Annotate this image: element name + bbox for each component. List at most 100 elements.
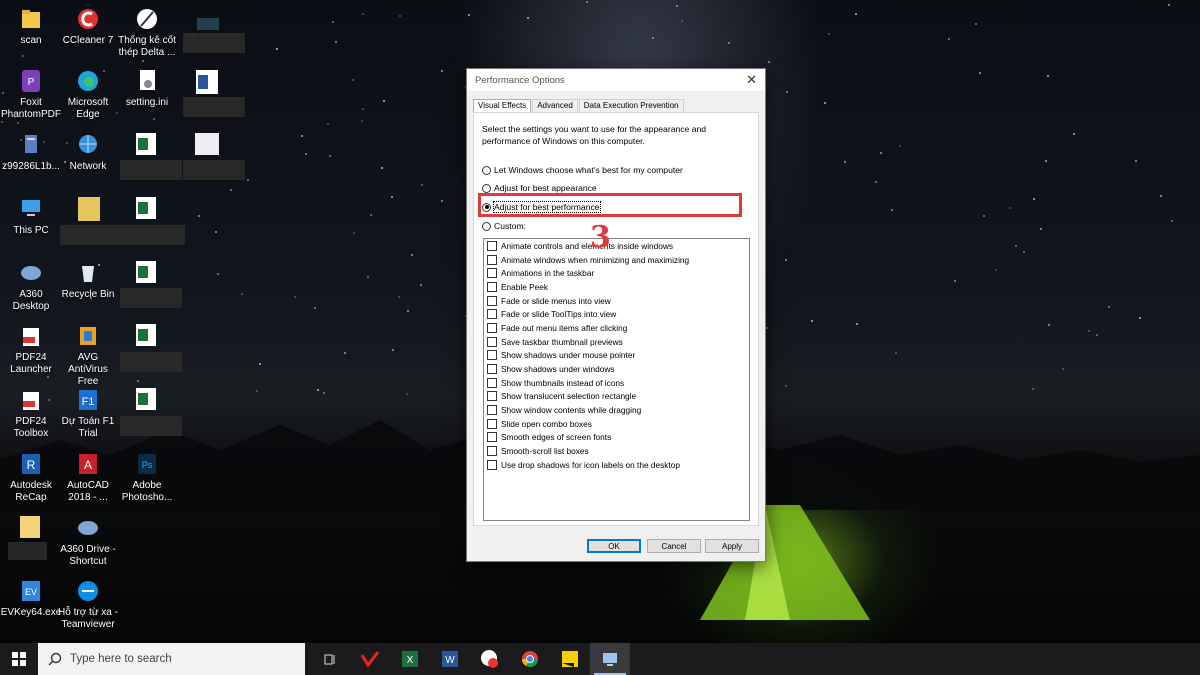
- effect-checkbox-item[interactable]: Enable Peek: [484, 280, 749, 294]
- excel-icon[interactable]: X: [390, 643, 430, 675]
- effect-checkbox-item[interactable]: Fade or slide menus into view: [484, 294, 749, 308]
- taskbar-search-box[interactable]: Type here to search: [38, 643, 305, 675]
- word-icon[interactable]: W: [430, 643, 470, 675]
- checkbox[interactable]: [487, 418, 497, 429]
- desktop-icon-foxit[interactable]: P Foxit PhantomPDF: [0, 68, 62, 121]
- redacted-label: [120, 288, 182, 308]
- checkbox[interactable]: [487, 295, 497, 306]
- effect-label: Show translucent selection rectangle: [501, 391, 637, 402]
- effect-label: Show window contents while dragging: [501, 405, 642, 416]
- excel-file-icon[interactable]: [136, 388, 156, 410]
- checkbox[interactable]: [487, 268, 497, 279]
- desktop-icon-scan[interactable]: scan: [0, 6, 62, 47]
- desktop-icon-a360-drive[interactable]: A360 Drive - Shortcut: [57, 515, 119, 568]
- desktop-icon-autocad[interactable]: A AutoCAD 2018 - ...: [57, 451, 119, 504]
- radio-button[interactable]: [482, 165, 491, 175]
- excel-file-icon[interactable]: [136, 324, 156, 346]
- effect-label: Fade or slide menus into view: [501, 295, 611, 306]
- tab-data-execution-prevention[interactable]: Data Execution Prevention: [578, 99, 684, 112]
- checkbox[interactable]: [487, 364, 497, 375]
- radio-custom[interactable]: Custom:: [482, 221, 526, 231]
- avg-icon: [76, 323, 100, 349]
- effect-label: Show thumbnails instead of icons: [501, 377, 625, 388]
- cancel-button[interactable]: Cancel: [647, 539, 701, 553]
- sticky-notes-icon[interactable]: [550, 643, 590, 675]
- radio-button[interactable]: [482, 221, 491, 231]
- pdf24-icon: [19, 323, 43, 349]
- system-properties-icon[interactable]: [590, 643, 630, 675]
- document-thumbnail-icon[interactable]: [195, 133, 219, 155]
- chrome-icon[interactable]: [510, 643, 550, 675]
- vietnamese-app-icon[interactable]: [350, 643, 390, 675]
- svg-text:F1: F1: [82, 396, 95, 408]
- desktop-icon-network[interactable]: Network: [57, 132, 119, 173]
- app-badge-icon[interactable]: [470, 643, 510, 675]
- desktop-icon-setting[interactable]: setting.ini: [116, 68, 178, 109]
- effect-checkbox-item[interactable]: Slide open combo boxes: [484, 417, 749, 431]
- desktop-icon-pdf24-toolbox[interactable]: PDF24 Toolbox: [0, 387, 62, 440]
- checkbox[interactable]: [487, 281, 497, 292]
- task-view-icon[interactable]: [310, 643, 350, 675]
- checkbox[interactable]: [487, 459, 497, 470]
- effect-checkbox-item[interactable]: Smooth edges of screen fonts: [484, 431, 749, 445]
- desktop-icon-du-toan-f1[interactable]: F1 Dự Toán F1 Trial: [57, 387, 119, 440]
- ok-button[interactable]: OK: [587, 539, 641, 553]
- effect-checkbox-item[interactable]: Show shadows under mouse pointer: [484, 349, 749, 363]
- effects-checkbox-list[interactable]: Animate controls and elements inside win…: [483, 238, 750, 521]
- desktop-icon-ccleaner[interactable]: CCleaner 7: [57, 6, 119, 47]
- desktop-icon-pdf24-launcher[interactable]: PDF24 Launcher: [0, 323, 62, 376]
- effect-checkbox-item[interactable]: Animations in the taskbar: [484, 266, 749, 280]
- checkbox[interactable]: [487, 391, 497, 402]
- desktop-icon-recycle-bin[interactable]: Recycle Bin: [57, 260, 119, 301]
- effect-checkbox-item[interactable]: Use drop shadows for icon labels on the …: [484, 458, 749, 472]
- radio-let-windows-choose[interactable]: Let Windows choose what's best for my co…: [482, 165, 683, 175]
- checkbox[interactable]: [487, 432, 497, 443]
- start-button[interactable]: [0, 643, 38, 675]
- desktop-icon-teamviewer[interactable]: Hỗ trợ từ xa - Teamviewer: [57, 578, 119, 631]
- folder-user-icon[interactable]: [78, 197, 100, 221]
- desktop-icon-z99286[interactable]: z99286L1b...: [0, 132, 62, 173]
- desktop-icon-a360[interactable]: A360 Desktop: [0, 260, 62, 313]
- checkbox[interactable]: [487, 322, 497, 333]
- effect-checkbox-item[interactable]: Animate controls and elements inside win…: [484, 239, 749, 253]
- effect-checkbox-item[interactable]: Show shadows under windows: [484, 362, 749, 376]
- effect-checkbox-item[interactable]: Show window contents while dragging: [484, 403, 749, 417]
- effect-checkbox-item[interactable]: Save taskbar thumbnail previews: [484, 335, 749, 349]
- word-doc-icon[interactable]: [196, 70, 218, 94]
- close-icon[interactable]: ✕: [746, 72, 757, 88]
- desktop-icon-evkey[interactable]: EV EVKey64.exe: [0, 578, 62, 619]
- desktop-icon-edge[interactable]: Microsoft Edge: [57, 68, 119, 121]
- effect-checkbox-item[interactable]: Animate windows when minimizing and maxi…: [484, 253, 749, 267]
- effect-checkbox-item[interactable]: Fade out menu items after clicking: [484, 321, 749, 335]
- desktop-icon-photoshop[interactable]: Ps Adobe Photosho...: [116, 451, 178, 504]
- effect-checkbox-item[interactable]: Fade or slide ToolTips into view: [484, 307, 749, 321]
- apply-button[interactable]: Apply: [705, 539, 759, 553]
- excel-file-icon[interactable]: [136, 133, 156, 155]
- checkbox[interactable]: [487, 350, 497, 361]
- effect-checkbox-item[interactable]: Smooth-scroll list boxes: [484, 444, 749, 458]
- effect-label: Smooth edges of screen fonts: [501, 432, 612, 443]
- checkbox[interactable]: [487, 446, 497, 457]
- tab-visual-effects[interactable]: Visual Effects: [473, 99, 532, 112]
- radio-button[interactable]: [482, 183, 491, 193]
- excel-file-icon[interactable]: [136, 197, 156, 219]
- checkbox[interactable]: [487, 254, 497, 265]
- checkbox[interactable]: [487, 309, 497, 320]
- desktop-icon-thong-ke[interactable]: Thống kê cốt thép Delta ...: [116, 6, 178, 59]
- desktop-icon-this-pc[interactable]: This PC: [0, 196, 62, 237]
- desktop-icon-recap[interactable]: R Autodesk ReCap: [0, 451, 62, 504]
- dialog-titlebar[interactable]: Performance Options ✕: [467, 69, 765, 91]
- effect-checkbox-item[interactable]: Show translucent selection rectangle: [484, 390, 749, 404]
- performance-options-dialog: Performance Options ✕ Visual Effects Adv…: [466, 68, 766, 562]
- checkbox[interactable]: [487, 377, 497, 388]
- checkbox[interactable]: [487, 240, 497, 251]
- effect-checkbox-item[interactable]: Show thumbnails instead of icons: [484, 376, 749, 390]
- excel-file-icon[interactable]: [136, 261, 156, 283]
- dialog-title: Performance Options: [475, 74, 565, 86]
- zip-file-icon[interactable]: [20, 516, 40, 538]
- tab-advanced[interactable]: Advanced: [532, 99, 578, 112]
- checkbox[interactable]: [487, 336, 497, 347]
- checkbox[interactable]: [487, 405, 497, 416]
- desktop-icon-avg[interactable]: AVG AntiVirus Free: [57, 323, 119, 388]
- radio-best-appearance[interactable]: Adjust for best appearance: [482, 183, 597, 193]
